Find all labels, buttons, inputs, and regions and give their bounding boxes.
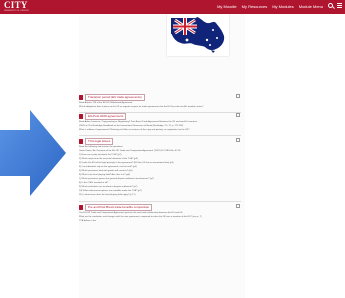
nav-icons bbox=[328, 3, 342, 8]
page-icon bbox=[79, 95, 83, 100]
banner-area bbox=[79, 14, 245, 84]
section-transition-period: Transition period (EU trade agreements) … bbox=[79, 94, 241, 109]
section-header: Pre and Post Brexit trade benefits compa… bbox=[79, 204, 241, 211]
section-header: Transition period (EU trade agreements) bbox=[79, 94, 241, 101]
main-nav: My Moodle My Resources My Modules Module… bbox=[217, 3, 323, 10]
hamburger-menu-icon[interactable] bbox=[337, 3, 342, 8]
section-text: 11) In what areas does the level playing… bbox=[79, 194, 136, 196]
arrow-right-icon bbox=[0, 110, 66, 196]
section-header: EU-Post 2020 agreements bbox=[79, 113, 241, 120]
page-icon bbox=[79, 139, 83, 144]
course-content-panel: Transition period (EU trade agreements) … bbox=[79, 14, 245, 298]
page-icon bbox=[79, 205, 83, 210]
australian-flag-image bbox=[167, 14, 229, 56]
section-tca-legal: TCA legal issues Read the following and … bbox=[79, 138, 241, 197]
nav-my-modules[interactable]: My Modules bbox=[272, 3, 294, 10]
completion-checkbox[interactable] bbox=[236, 138, 240, 142]
section-text: Which obligations does it place on the U… bbox=[79, 106, 204, 108]
site-logo-subtitle: UNIVERSITY OF LONDON bbox=[4, 10, 29, 12]
nav-my-resources[interactable]: My Resources bbox=[242, 3, 268, 10]
page-icon bbox=[79, 114, 83, 119]
section-link[interactable]: Pre and Post Brexit trade benefits compa… bbox=[85, 204, 153, 211]
nav-module-menu[interactable]: Module Menu bbox=[299, 3, 323, 10]
completion-checkbox[interactable] bbox=[236, 94, 240, 98]
section-link[interactable]: TCA legal issues bbox=[85, 138, 114, 145]
search-icon[interactable] bbox=[328, 3, 333, 8]
top-navigation-bar: CITY UNIVERSITY OF LONDON My Moodle My R… bbox=[0, 0, 345, 14]
completion-checkbox[interactable] bbox=[236, 113, 240, 117]
section-text: TCA below, in the bbox=[79, 220, 97, 222]
section-pre-post-brexit: Pre and Post Brexit trade benefits compa… bbox=[79, 204, 241, 223]
divider bbox=[79, 201, 241, 202]
flag-graphic bbox=[171, 17, 225, 53]
section-link[interactable]: EU-Post 2020 agreements bbox=[85, 113, 127, 120]
section-post-2020: EU-Post 2020 agreements Read Adam Lauren… bbox=[79, 113, 241, 132]
divider bbox=[79, 135, 241, 136]
nav-my-moodle[interactable]: My Moodle bbox=[217, 3, 237, 10]
section-header: TCA legal issues bbox=[79, 138, 241, 145]
section-link[interactable]: Transition period (EU trade agreements) bbox=[85, 94, 145, 101]
site-logo[interactable]: CITY bbox=[4, 1, 28, 10]
section-text: What is rollover of agreements? Referrin… bbox=[79, 129, 190, 131]
completion-checkbox[interactable] bbox=[236, 204, 240, 208]
